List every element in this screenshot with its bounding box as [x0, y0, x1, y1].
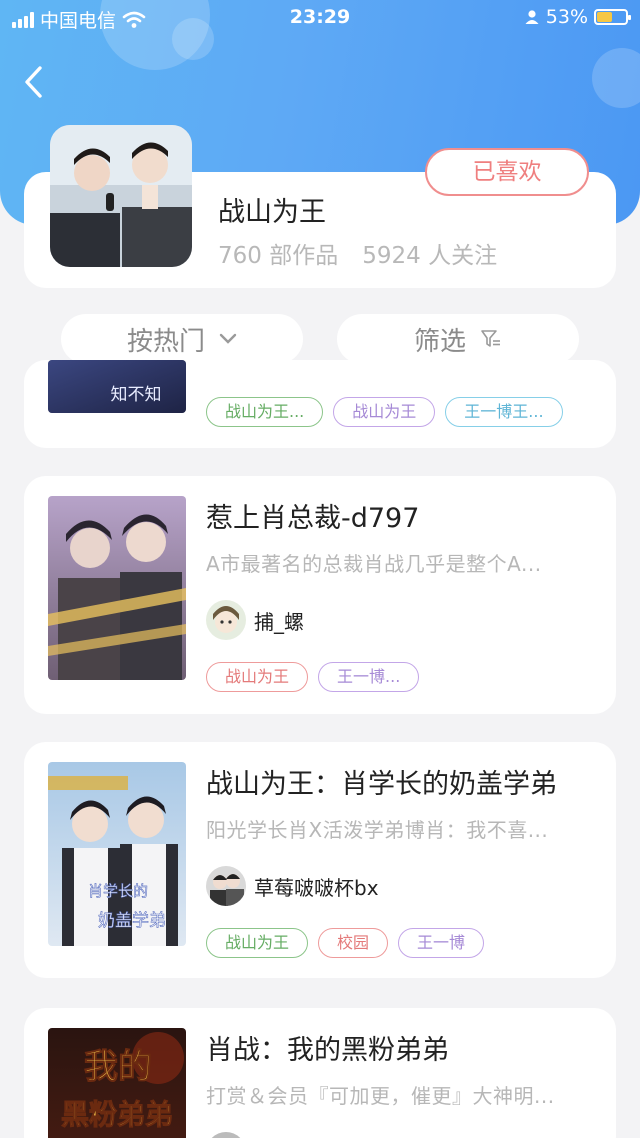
tag[interactable]: 王一博王...	[445, 397, 563, 427]
screen: 中国电信 23:29 53% 战山为王 760 部作品 5924 人关注 已喜欢…	[0, 0, 640, 1138]
chevron-down-icon	[219, 333, 237, 344]
tag[interactable]: 战山为王	[206, 928, 309, 958]
tag[interactable]: 战山为王...	[206, 397, 324, 427]
topic-avatar	[50, 125, 192, 267]
filter-label: 筛选	[413, 326, 466, 357]
topic-name: 战山为王	[218, 197, 326, 228]
cover-text: 黑粉弟弟	[61, 1098, 173, 1131]
author[interactable]: 草莓啵啵杯bx	[206, 866, 379, 906]
book-title: 惹上肖总裁-d797	[206, 503, 420, 534]
author-avatar	[206, 866, 246, 906]
sort-dropdown[interactable]: 按热门	[61, 314, 303, 364]
cover-text: 肖学长的	[88, 882, 148, 900]
person-icon	[525, 10, 539, 24]
author-avatar	[206, 600, 246, 640]
topic-stats: 760 部作品 5924 人关注	[218, 236, 497, 270]
book-cover: 知不知	[48, 360, 186, 413]
tag-list: 战山为王 校园 王一博	[206, 928, 485, 958]
author-name: 草莓啵啵杯bx	[254, 875, 379, 900]
battery-icon	[594, 9, 631, 25]
tag-list: 战山为王... 战山为王 王一博王...	[206, 397, 563, 427]
cover-text: 我的	[84, 1047, 152, 1087]
book-title: 肖战：我的黑粉弟弟	[206, 1035, 449, 1066]
author-name: 捕_螺	[254, 609, 304, 634]
followers-count: 5924 人关注	[362, 243, 498, 269]
battery-percent: 53%	[545, 6, 588, 28]
tag[interactable]: 王一博...	[318, 662, 420, 692]
author[interactable]	[206, 1132, 246, 1138]
filter-icon	[481, 330, 500, 347]
works-count: 760 部作品	[218, 243, 339, 269]
sort-label: 按热门	[126, 326, 205, 357]
book-card-4[interactable]: 我的 黑粉弟弟 肖战：我的黑粉弟弟 打赏＆会员『可加更，催更』大神明...	[24, 1008, 616, 1138]
book-card-2[interactable]: 惹上肖总裁-d797 A市最著名的总裁肖战几乎是整个A... 捕_螺 战山为王 …	[24, 476, 616, 714]
book-desc: 阳光学长肖X活泼学弟博肖：我不喜...	[206, 818, 549, 842]
status-bar: 中国电信 23:29 53%	[0, 0, 640, 36]
book-desc: 打赏＆会员『可加更，催更』大神明...	[206, 1084, 555, 1108]
book-cover: 肖学长的 奶盖学弟	[48, 762, 186, 946]
book-title: 战山为王：肖学长的奶盖学弟	[206, 769, 557, 800]
tag[interactable]: 战山为王	[333, 397, 436, 427]
cover-text: 知不知	[111, 385, 162, 405]
book-desc: A市最著名的总裁肖战几乎是整个A...	[206, 552, 542, 576]
tag[interactable]: 战山为王	[206, 662, 309, 692]
liked-button[interactable]: 已喜欢	[425, 148, 589, 196]
author[interactable]: 捕_螺	[206, 600, 304, 640]
tag[interactable]: 校园	[318, 928, 389, 958]
chevron-left-icon	[25, 66, 42, 98]
book-cover	[48, 496, 186, 680]
book-card-1[interactable]: 知不知 战山为王... 战山为王 王一博王...	[24, 360, 616, 448]
book-card-3[interactable]: 肖学长的 奶盖学弟 战山为王：肖学长的奶盖学弟 阳光学长肖X活泼学弟博肖：我不喜…	[24, 742, 616, 978]
tag[interactable]: 王一博	[398, 928, 485, 958]
back-button[interactable]	[18, 62, 58, 106]
book-cover: 我的 黑粉弟弟	[48, 1028, 186, 1138]
filter-button[interactable]: 筛选	[337, 314, 579, 364]
tag-list: 战山为王 王一博...	[206, 662, 420, 692]
author-avatar	[206, 1132, 246, 1138]
cover-text: 奶盖学弟	[98, 911, 166, 931]
